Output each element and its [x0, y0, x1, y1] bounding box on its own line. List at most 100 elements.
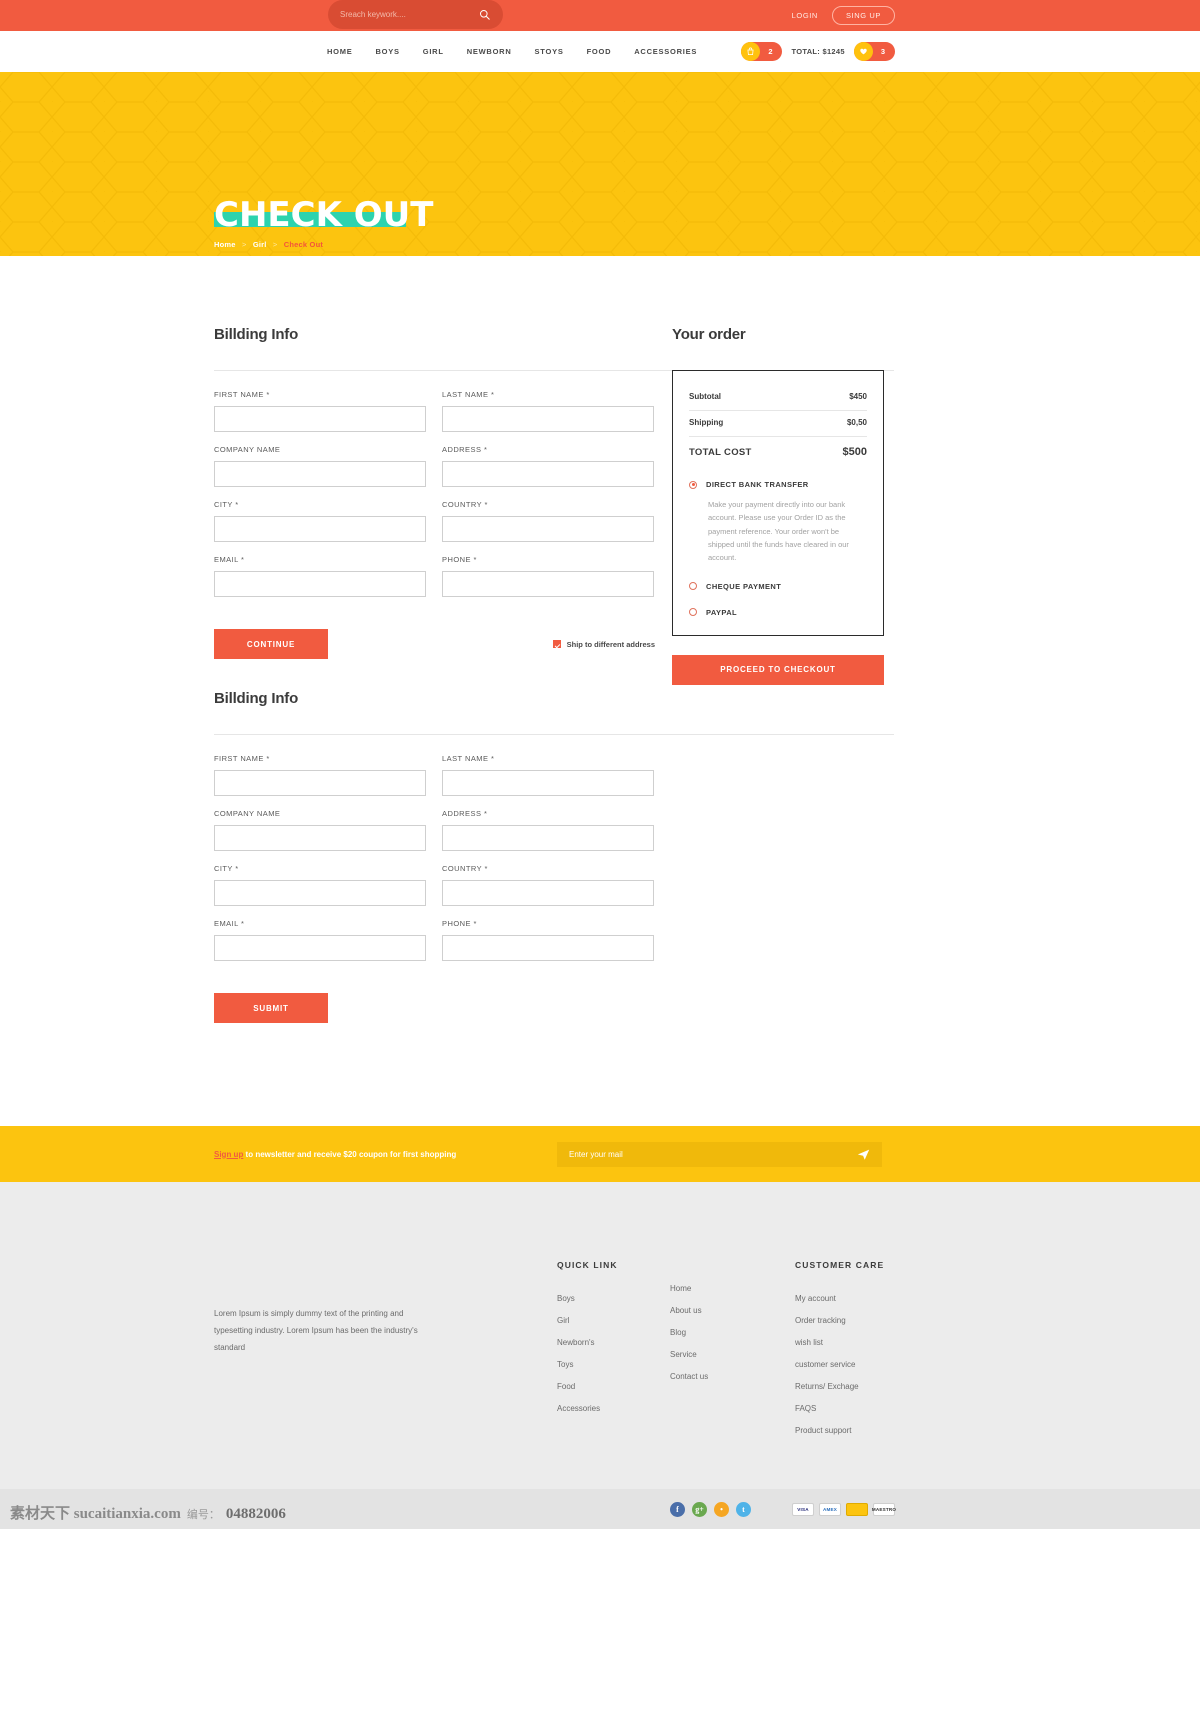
submit-button[interactable]: SUBMIT	[214, 993, 328, 1023]
field-last-name: LAST NAME *	[442, 390, 654, 432]
radio-icon[interactable]	[689, 608, 697, 617]
phone-input[interactable]	[442, 935, 654, 961]
footer-link-faqs[interactable]: FAQS	[795, 1404, 884, 1413]
newsletter-text: Sign up to newsletter and receive $20 co…	[214, 1150, 456, 1159]
country-input[interactable]	[442, 516, 654, 542]
footer-link-home[interactable]: Home	[670, 1284, 708, 1293]
footer-link-girl[interactable]: Girl	[557, 1316, 618, 1325]
payment-name: PAYPAL	[706, 607, 738, 617]
search-icon[interactable]	[479, 9, 491, 21]
footer-column-heading: CUSTOMER CARE	[795, 1260, 885, 1270]
footer-column-quick-link: QUICK LINK Boys Girl Newborn's Toys Food…	[557, 1260, 618, 1426]
row-label: TOTAL COST	[689, 447, 752, 458]
city-input[interactable]	[214, 880, 426, 906]
footer-link-product-support[interactable]: Product support	[795, 1426, 884, 1435]
footer-link-customer-service[interactable]: customer service	[795, 1360, 884, 1369]
rss-icon[interactable]: •	[714, 1501, 729, 1517]
checkbox-icon[interactable]	[552, 640, 561, 648]
nav-right-group: 2 TOTAL: $1245 3	[741, 31, 895, 72]
footer-column-customer-care: CUSTOMER CARE My account Order tracking …	[795, 1260, 884, 1448]
footer-link-blog[interactable]: Blog	[670, 1328, 708, 1337]
google-plus-icon[interactable]: g+	[692, 1501, 707, 1517]
nav-item-accessories[interactable]: ACCESSORIES	[634, 47, 697, 56]
wishlist-button[interactable]: 3	[853, 42, 895, 61]
first-name-input[interactable]	[214, 770, 426, 796]
continue-button[interactable]: CONTINUE	[214, 629, 328, 659]
radio-icon[interactable]	[689, 480, 697, 489]
paper-plane-icon[interactable]	[857, 1148, 870, 1161]
mastercard-icon	[846, 1502, 868, 1516]
footer-link-wish-list[interactable]: wish list	[795, 1338, 884, 1347]
proceed-to-checkout-button[interactable]: PROCEED TO CHECKOUT	[672, 654, 884, 685]
field-label: COMPANY NAME	[214, 445, 281, 454]
footer-link-food[interactable]: Food	[557, 1382, 618, 1391]
payment-option-header[interactable]: PAYPAL	[689, 608, 867, 617]
email-input[interactable]	[214, 571, 426, 597]
ship-to-different-address-toggle[interactable]: Ship to different address	[552, 640, 655, 649]
breadcrumb-separator: >	[272, 240, 278, 249]
search-box[interactable]	[328, 0, 503, 29]
city-input[interactable]	[214, 516, 426, 542]
hero-title-wrap: CHECK OUT	[214, 198, 433, 232]
newsletter-email-input[interactable]	[569, 1149, 857, 1159]
login-link[interactable]: LOGIN	[792, 11, 818, 20]
address-input[interactable]	[442, 461, 654, 487]
nav-menu: HOME BOYS GIRL NEWBORN STOYS FOOD ACCESS…	[327, 31, 697, 72]
top-bar: LOGIN SING UP	[0, 0, 1200, 31]
nav-item-girl[interactable]: GIRL	[423, 47, 444, 56]
first-name-input[interactable]	[214, 406, 426, 432]
bag-icon	[741, 42, 761, 61]
footer-link-accessories[interactable]: Accessories	[557, 1404, 618, 1413]
breadcrumb: Home > Girl > Check Out	[214, 240, 433, 249]
company-name-input[interactable]	[214, 825, 426, 851]
nav-item-home[interactable]: HOME	[327, 47, 353, 56]
breadcrumb-item-girl[interactable]: Girl	[253, 240, 267, 249]
breadcrumb-item-home[interactable]: Home	[214, 240, 236, 249]
nav-item-newborn[interactable]: NEWBORN	[467, 47, 512, 56]
facebook-icon[interactable]: f	[670, 1501, 685, 1517]
footer-link-boys[interactable]: Boys	[557, 1294, 618, 1303]
payment-option-header[interactable]: CHEQUE PAYMENT	[689, 582, 867, 591]
nav-item-boys[interactable]: BOYS	[376, 47, 400, 56]
nav-item-stoys[interactable]: STOYS	[535, 47, 564, 56]
radio-icon[interactable]	[689, 582, 697, 591]
footer: Lorem Ipsum is simply dummy text of the …	[0, 1182, 1200, 1489]
newsletter-form[interactable]	[557, 1141, 882, 1167]
footer-link-about-us[interactable]: About us	[670, 1306, 708, 1315]
payment-option-bank-transfer[interactable]: DIRECT BANK TRANSFER Make your payment d…	[689, 480, 867, 565]
country-input[interactable]	[442, 880, 654, 906]
signup-button[interactable]: SING UP	[831, 6, 895, 25]
footer-link-newborns[interactable]: Newborn's	[557, 1338, 618, 1347]
newsletter-signup-link[interactable]: Sign up	[214, 1150, 243, 1159]
footer-link-returns-exchange[interactable]: Returns/ Exchage	[795, 1382, 884, 1391]
payment-option-paypal[interactable]: PAYPAL	[689, 608, 867, 617]
heart-icon	[853, 42, 873, 61]
address-input[interactable]	[442, 825, 654, 851]
twitter-icon[interactable]: t	[736, 1501, 751, 1517]
payment-option-header[interactable]: DIRECT BANK TRANSFER	[689, 480, 867, 489]
footer-link-my-account[interactable]: My account	[795, 1294, 884, 1303]
phone-input[interactable]	[442, 571, 654, 597]
order-summary-column: Your order Subtotal $450 Shipping $0,50 …	[672, 326, 884, 685]
cart-button[interactable]: 2	[741, 42, 783, 61]
field-label: COMPANY NAME	[214, 809, 281, 818]
last-name-input[interactable]	[442, 770, 654, 796]
payment-option-cheque[interactable]: CHEQUE PAYMENT	[689, 582, 867, 591]
email-input[interactable]	[214, 935, 426, 961]
main-content: Billding Info FIRST NAME * LAST NAME * C…	[0, 256, 1200, 1126]
shipping-form: FIRST NAME * LAST NAME * COMPANY NAME AD…	[214, 754, 655, 974]
footer-link-contact-us[interactable]: Contact us	[670, 1372, 708, 1381]
company-name-input[interactable]	[214, 461, 426, 487]
footer-link-toys[interactable]: Toys	[557, 1360, 618, 1369]
hexagon-pattern	[0, 72, 1200, 256]
nav-item-food[interactable]: FOOD	[587, 47, 612, 56]
order-summary-box: Subtotal $450 Shipping $0,50 TOTAL COST …	[672, 370, 884, 636]
newsletter-copy: to newsletter and receive $20 coupon for…	[243, 1149, 457, 1159]
shipping-heading: Billding Info	[214, 690, 299, 707]
last-name-input[interactable]	[442, 406, 654, 432]
footer-link-service[interactable]: Service	[670, 1350, 708, 1359]
search-input[interactable]	[340, 10, 479, 19]
footer-about-text: Lorem Ipsum is simply dummy text of the …	[214, 1309, 418, 1353]
footer-link-order-tracking[interactable]: Order tracking	[795, 1316, 884, 1325]
maestro-card-icon: MAESTRO	[872, 1502, 896, 1516]
